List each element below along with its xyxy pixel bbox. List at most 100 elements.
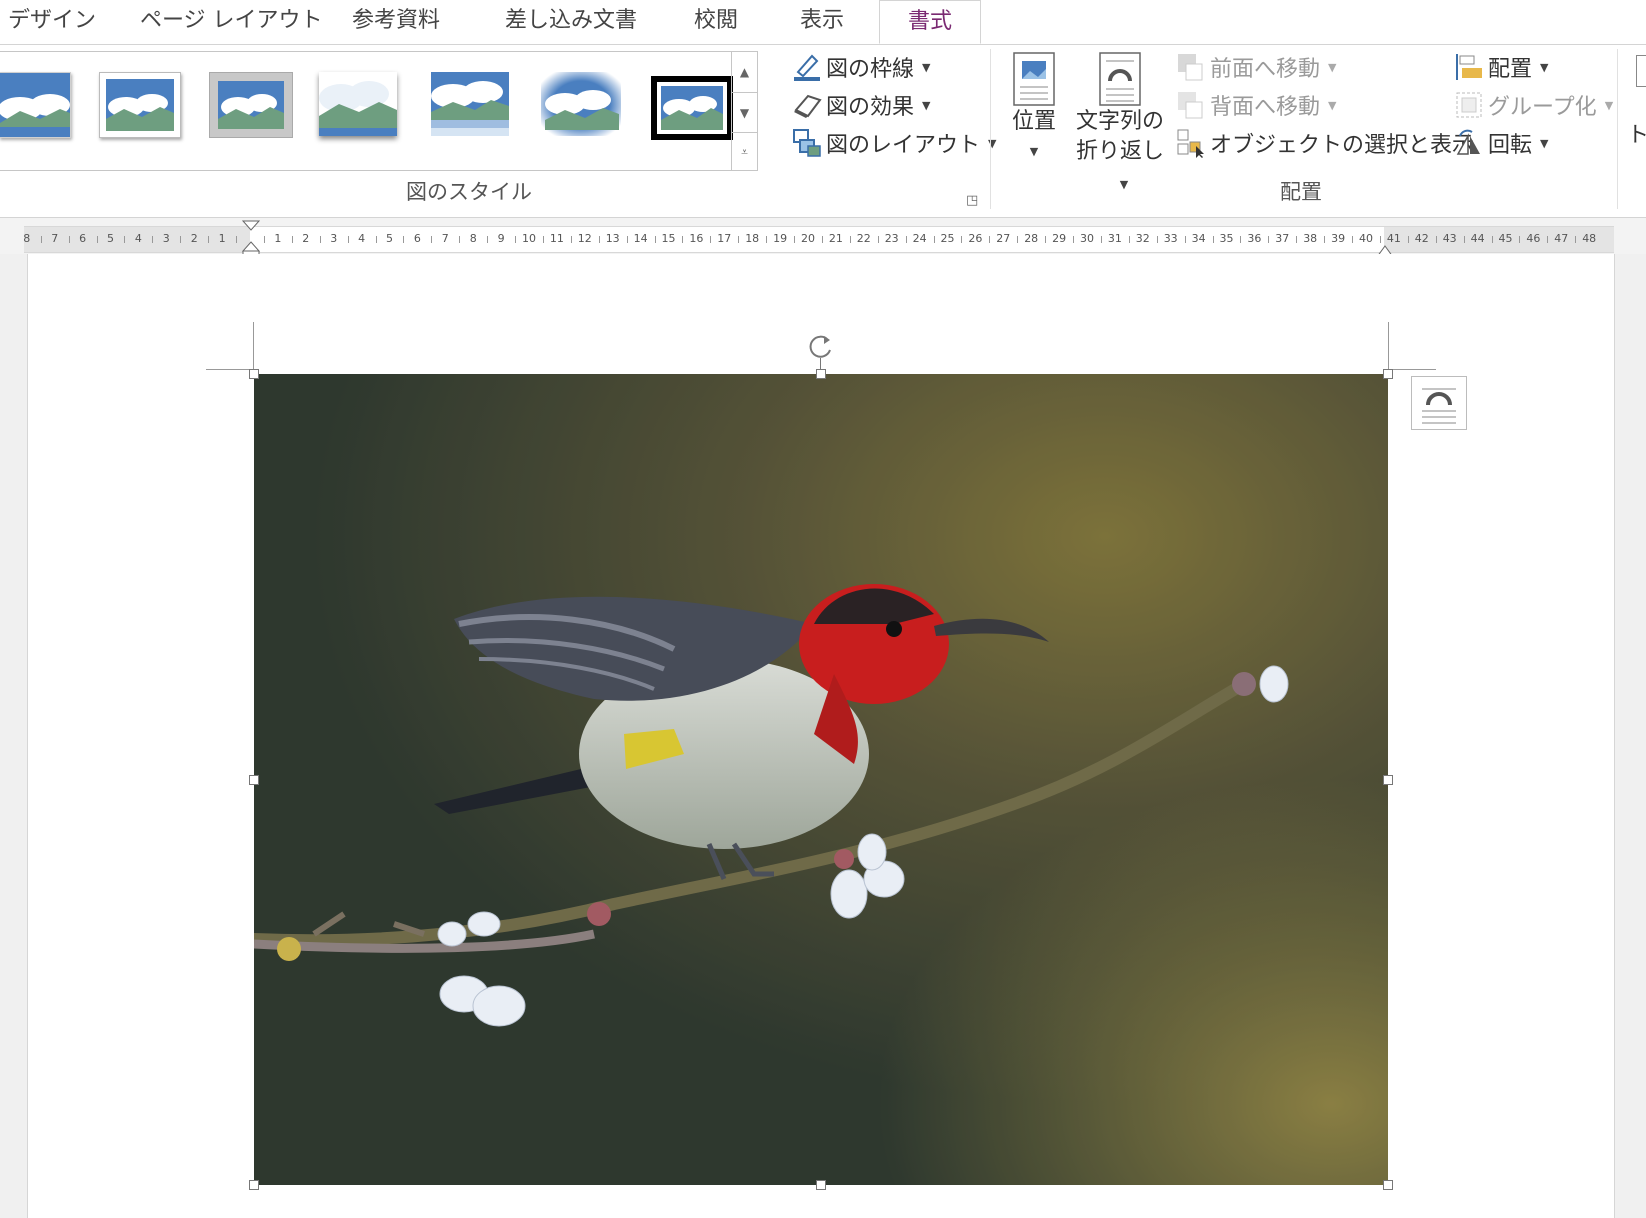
ruler-tick-mark: [180, 236, 182, 243]
ruler-tick-mark: [1407, 236, 1409, 243]
ruler-tick-mark: [877, 236, 879, 243]
rotate-icon: [1454, 128, 1484, 158]
picture-border-button[interactable]: 図の枠線 ▼: [792, 51, 930, 83]
horizontal-ruler[interactable]: 8 7 6 5 4 3 2 1 1 2 3 4 5 6 7 8 9 10 11 12 13 14 15 16 17 18 19 20 2…: [0, 218, 1616, 262]
resize-handle-bottom-right[interactable]: [1383, 1180, 1393, 1190]
ruler-tick-mark: [1184, 236, 1186, 243]
ruler-tick-label: 1: [218, 232, 226, 245]
ruler-tick-label: 30: [1080, 232, 1094, 245]
picture-layout-label: 図のレイアウト: [826, 133, 981, 158]
tab-design[interactable]: デザイン: [8, 0, 96, 44]
ruler-tick-mark: [905, 236, 907, 243]
margin-mark: [1388, 322, 1389, 370]
resize-handle-top-right[interactable]: [1383, 369, 1393, 379]
send-backward-label: 背面へ移動: [1210, 95, 1321, 120]
send-backward-button[interactable]: 背面へ移動 ▼: [1176, 89, 1336, 121]
ruler-tick-mark: [1073, 236, 1075, 243]
ruler-tick-mark: [654, 236, 656, 243]
ruler-tick-mark: [152, 236, 154, 243]
ruler-tick-mark: [598, 236, 600, 243]
ruler-tick-label: 11: [549, 232, 564, 245]
ruler-tick-mark: [319, 236, 321, 243]
group-separator: [990, 49, 991, 209]
tab-mailings[interactable]: 差し込み文書: [505, 0, 637, 44]
ruler-tick-mark: [515, 236, 517, 243]
picture-style-2[interactable]: [99, 72, 181, 138]
ruler-tick-label: 6: [413, 232, 421, 245]
resize-handle-bottom[interactable]: [816, 1180, 826, 1190]
ruler-tick-mark: [570, 236, 572, 243]
ruler-tick-mark: [1296, 236, 1298, 243]
align-button[interactable]: 配置 ▼: [1454, 51, 1548, 83]
picture-layout-button[interactable]: 図のレイアウト ▼: [792, 127, 996, 159]
ruler-tick-label: 39: [1331, 232, 1346, 245]
ruler-tick-mark: [1379, 236, 1381, 243]
picture-style-7[interactable]: [651, 76, 733, 140]
picture-styles-gallery: ▲ ▼ ⩡: [0, 51, 758, 171]
wrap-text-button[interactable]: 文字列の 折り返し ▼: [1068, 51, 1172, 200]
resize-handle-right[interactable]: [1383, 775, 1393, 785]
ruler-tick-label: 24: [912, 232, 927, 245]
group-separator: [1617, 49, 1618, 209]
ruler-tick-mark: [682, 236, 684, 243]
tab-review[interactable]: 校閲: [694, 0, 738, 44]
selection-pane-button[interactable]: オブジェクトの選択と表示: [1176, 127, 1474, 159]
position-button[interactable]: 位置 ▼: [1002, 51, 1066, 167]
margin-mark: [253, 322, 254, 370]
bring-forward-button[interactable]: 前面へ移動 ▼: [1176, 51, 1336, 83]
ruler-tick-label: 45: [1498, 232, 1513, 245]
margin-mark: [206, 369, 254, 370]
tab-page-layout[interactable]: ページ レイアウト: [140, 0, 323, 44]
ruler-tick-label: 16: [689, 232, 704, 245]
picture-style-1[interactable]: [0, 72, 71, 138]
tab-format[interactable]: 書式: [879, 0, 982, 44]
gallery-scroll-up[interactable]: ▲: [731, 52, 757, 92]
ruler-tick-mark: [821, 236, 823, 243]
rotate-handle-icon[interactable]: [806, 330, 836, 364]
rotate-label: 回転: [1488, 133, 1533, 158]
crop-icon[interactable]: [1636, 55, 1646, 87]
resize-handle-left[interactable]: [249, 775, 259, 785]
bring-forward-icon: [1176, 52, 1206, 82]
layout-options-button[interactable]: [1411, 376, 1467, 430]
chevron-down-icon: ▼: [922, 60, 931, 74]
dialog-launcher-icon[interactable]: ◳: [966, 193, 978, 208]
wrap-text-label-1: 文字列の: [1075, 109, 1164, 134]
smartart-icon: [792, 128, 822, 158]
ruler-tick-mark: [347, 236, 349, 243]
gallery-scroll-down[interactable]: ▼: [731, 92, 757, 132]
selected-picture[interactable]: [248, 374, 1388, 1185]
picture-style-3[interactable]: [209, 72, 293, 138]
chevron-down-icon: ▼: [1328, 98, 1337, 112]
picture-border-label: 図の枠線: [826, 57, 915, 82]
resize-handle-top[interactable]: [816, 369, 826, 379]
ruler-tick-label: 21: [828, 232, 843, 245]
ruler-tick-label: 20: [801, 232, 815, 245]
ruler-tick-label: 23: [884, 232, 899, 245]
rotate-button[interactable]: 回転 ▼: [1454, 127, 1548, 159]
ruler-tick-label: 10: [522, 232, 536, 245]
ruler-tick-mark: [236, 236, 238, 243]
ruler-tick-mark: [403, 236, 405, 243]
ruler-tick-label: 15: [661, 232, 676, 245]
ruler-tick-label: 43: [1442, 232, 1457, 245]
picture-style-6[interactable]: [541, 72, 621, 136]
chevron-down-icon: ▼: [1540, 60, 1549, 74]
position-icon: [1012, 51, 1056, 107]
picture-style-5[interactable]: [431, 72, 509, 136]
ruler-tick-label: 12: [577, 232, 592, 245]
ruler-tick-mark: [1156, 236, 1158, 243]
ruler-tick-label: 9: [497, 232, 505, 245]
resize-handle-bottom-left[interactable]: [249, 1180, 259, 1190]
tab-references[interactable]: 参考資料: [352, 0, 440, 44]
group-button[interactable]: グループ化 ▼: [1454, 89, 1613, 121]
picture-style-4[interactable]: [319, 72, 397, 136]
ruler-tick-label: 13: [605, 232, 620, 245]
tab-view[interactable]: 表示: [800, 0, 844, 44]
resize-handle-top-left[interactable]: [249, 369, 259, 379]
ruler-tick-mark: [1268, 236, 1270, 243]
picture-effects-button[interactable]: 図の効果 ▼: [792, 89, 930, 121]
ruler-tick-label: 4: [358, 232, 366, 245]
pen-icon: [792, 52, 822, 82]
gallery-more[interactable]: ⩡: [731, 132, 757, 170]
